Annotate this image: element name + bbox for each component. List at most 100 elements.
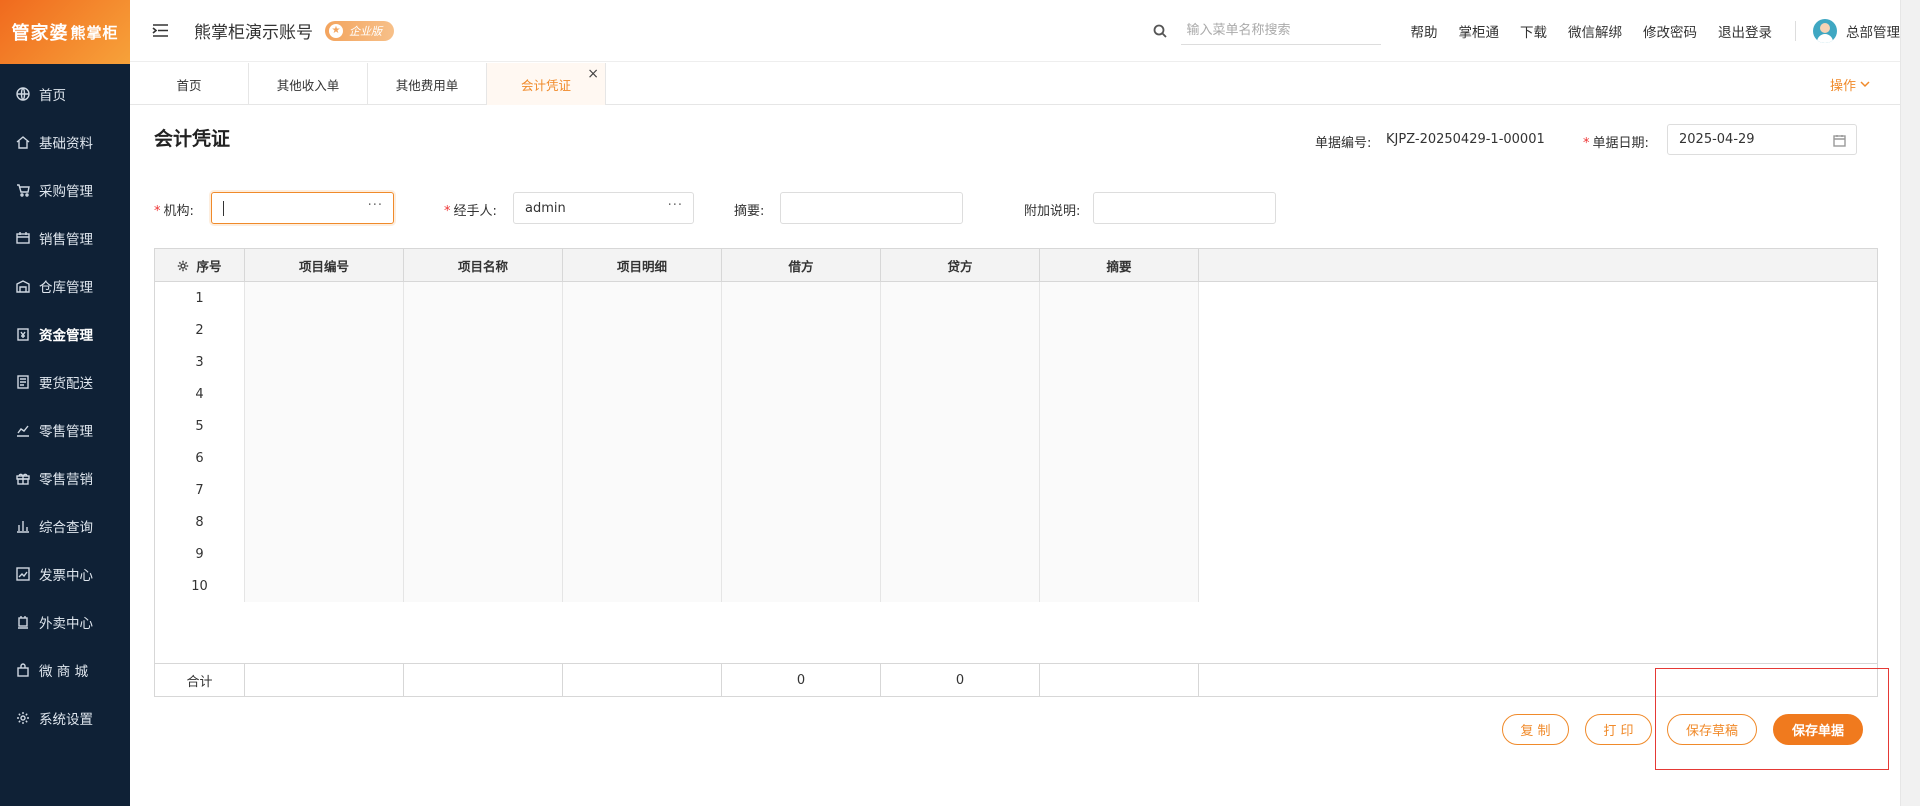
table-row[interactable]: 4 — [155, 378, 1199, 410]
table-cell[interactable] — [1040, 474, 1199, 506]
table-cell[interactable] — [563, 282, 722, 314]
table-cell[interactable] — [563, 442, 722, 474]
table-cell[interactable] — [404, 538, 563, 570]
table-cell[interactable] — [245, 346, 404, 378]
table-cell[interactable] — [881, 474, 1040, 506]
summary-input[interactable] — [780, 192, 963, 224]
table-cell[interactable] — [245, 506, 404, 538]
table-cell[interactable] — [1040, 570, 1199, 602]
print-button[interactable]: 打 印 — [1585, 714, 1652, 745]
help-link[interactable]: 帮助 — [1411, 21, 1438, 41]
table-cell[interactable] — [881, 282, 1040, 314]
table-cell[interactable] — [722, 538, 881, 570]
table-cell[interactable] — [881, 570, 1040, 602]
table-cell[interactable] — [245, 538, 404, 570]
org-field[interactable]: ··· — [211, 192, 394, 224]
table-cell[interactable] — [404, 474, 563, 506]
table-cell[interactable] — [722, 474, 881, 506]
table-cell[interactable] — [245, 474, 404, 506]
sidebar-item-warehouse[interactable]: 仓库管理 — [0, 262, 130, 310]
table-cell[interactable] — [722, 282, 881, 314]
table-cell[interactable] — [404, 570, 563, 602]
table-cell[interactable] — [881, 378, 1040, 410]
table-cell[interactable] — [404, 506, 563, 538]
table-cell[interactable] — [881, 314, 1040, 346]
table-cell[interactable] — [563, 410, 722, 442]
table-cell[interactable] — [563, 314, 722, 346]
sidebar-item-takeout[interactable]: 外卖中心 — [0, 598, 130, 646]
table-cell[interactable] — [404, 442, 563, 474]
table-row[interactable]: 1 — [155, 282, 1199, 314]
table-cell[interactable] — [1040, 410, 1199, 442]
sidebar-item-invoice[interactable]: 发票中心 — [0, 550, 130, 598]
table-cell[interactable] — [881, 346, 1040, 378]
table-cell[interactable] — [563, 538, 722, 570]
copy-button[interactable]: 复 制 — [1502, 714, 1569, 745]
table-cell[interactable] — [722, 410, 881, 442]
table-cell[interactable] — [722, 506, 881, 538]
sidebar-item-sales[interactable]: 销售管理 — [0, 214, 130, 262]
table-cell[interactable] — [1040, 346, 1199, 378]
table-cell[interactable] — [245, 410, 404, 442]
sidebar-item-retail[interactable]: 零售管理 — [0, 406, 130, 454]
handler-field[interactable]: admin ··· — [513, 192, 694, 224]
table-cell[interactable] — [563, 474, 722, 506]
sidebar-item-marketing[interactable]: 零售营销 — [0, 454, 130, 502]
sidebar-item-delivery[interactable]: 要货配送 — [0, 358, 130, 406]
sidebar-item-basic-data[interactable]: 基础资料 — [0, 118, 130, 166]
table-cell[interactable] — [881, 410, 1040, 442]
table-cell[interactable] — [404, 346, 563, 378]
table-cell[interactable] — [722, 442, 881, 474]
table-row[interactable]: 9 — [155, 538, 1199, 570]
table-cell[interactable] — [881, 538, 1040, 570]
tab-home[interactable]: 首页 — [130, 63, 249, 105]
sidebar-item-mall[interactable]: 微 商 城 — [0, 646, 130, 694]
table-cell[interactable] — [245, 282, 404, 314]
download-link[interactable]: 下载 — [1520, 21, 1547, 41]
table-cell[interactable] — [722, 378, 881, 410]
table-cell[interactable] — [245, 570, 404, 602]
tab-other-expense[interactable]: 其他费用单 — [368, 63, 487, 105]
change-password-link[interactable]: 修改密码 — [1643, 21, 1697, 41]
table-cell[interactable] — [1040, 282, 1199, 314]
tab-other-income[interactable]: 其他收入单 — [249, 63, 368, 105]
table-row[interactable]: 8 — [155, 506, 1199, 538]
table-cell[interactable] — [1040, 378, 1199, 410]
table-row[interactable]: 5 — [155, 410, 1199, 442]
operations-dropdown[interactable]: 操作 — [1830, 63, 1870, 105]
table-cell[interactable] — [404, 410, 563, 442]
logout-link[interactable]: 退出登录 — [1718, 21, 1772, 41]
sidebar-item-home[interactable]: 首页 — [0, 70, 130, 118]
doc-date-picker[interactable]: 2025-04-29 — [1667, 124, 1857, 155]
close-icon[interactable]: × — [587, 67, 599, 81]
search-icon[interactable] — [1153, 24, 1167, 38]
table-cell[interactable] — [1040, 538, 1199, 570]
page-scrollbar[interactable] — [1900, 0, 1920, 806]
table-cell[interactable] — [563, 378, 722, 410]
table-row[interactable]: 10 — [155, 570, 1199, 602]
menu-toggle-icon[interactable] — [152, 22, 174, 39]
sidebar-item-purchase[interactable]: 采购管理 — [0, 166, 130, 214]
org-picker-icon[interactable]: ··· — [368, 198, 383, 213]
table-cell[interactable] — [245, 314, 404, 346]
table-row[interactable]: 7 — [155, 474, 1199, 506]
table-cell[interactable] — [1040, 506, 1199, 538]
table-row[interactable]: 2 — [155, 314, 1199, 346]
table-cell[interactable] — [563, 570, 722, 602]
note-input[interactable] — [1093, 192, 1276, 224]
table-cell[interactable] — [404, 378, 563, 410]
table-row[interactable]: 3 — [155, 346, 1199, 378]
table-cell[interactable] — [722, 570, 881, 602]
brand-logo[interactable]: 管家婆 熊掌柜 — [0, 0, 130, 64]
table-row[interactable]: 6 — [155, 442, 1199, 474]
gear-icon[interactable] — [177, 260, 189, 272]
table-cell[interactable] — [1040, 442, 1199, 474]
sidebar-item-query[interactable]: 综合查询 — [0, 502, 130, 550]
table-cell[interactable] — [563, 506, 722, 538]
table-cell[interactable] — [1040, 314, 1199, 346]
handler-picker-icon[interactable]: ··· — [668, 198, 683, 213]
zhangguitong-link[interactable]: 掌柜通 — [1459, 21, 1500, 41]
table-cell[interactable] — [563, 346, 722, 378]
tab-accounting-voucher[interactable]: 会计凭证 × — [487, 63, 606, 105]
table-cell[interactable] — [245, 442, 404, 474]
